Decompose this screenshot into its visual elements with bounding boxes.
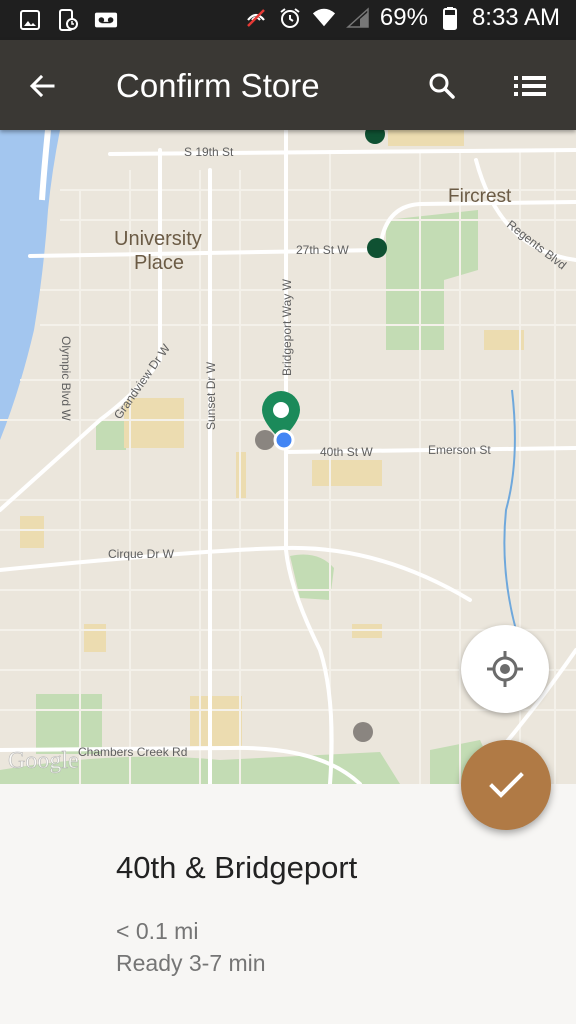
store-ready-time: Ready 3-7 min	[116, 950, 266, 976]
map-label-sunset: Sunset Dr W	[204, 361, 218, 430]
inactive-store-marker[interactable]	[353, 722, 373, 742]
store-marker[interactable]	[367, 238, 387, 258]
signal-icon	[345, 6, 370, 30]
battery-percent: 69%	[379, 4, 428, 31]
check-icon	[489, 772, 524, 798]
map-label-chambers: Chambers Creek Rd	[78, 745, 187, 759]
map-label-fircrest: Fircrest	[448, 186, 512, 207]
battery-icon	[438, 6, 462, 30]
confirm-button[interactable]	[461, 740, 551, 830]
clock-phone-icon	[56, 8, 80, 32]
arrow-back-icon	[29, 74, 55, 98]
store-distance: < 0.1 mi	[116, 918, 199, 944]
alarm-icon	[278, 6, 302, 30]
map-label-bridgeport: Bridgeport Way W	[280, 278, 294, 376]
wifi-icon	[312, 6, 336, 30]
map-label-place: Place	[134, 252, 184, 274]
clock-time: 8:33 AM	[471, 4, 560, 31]
search-button[interactable]	[420, 64, 464, 108]
store-name: 40th & Bridgeport	[116, 850, 358, 885]
voicemail-icon	[94, 8, 118, 32]
my-location-button[interactable]	[461, 625, 549, 713]
mute-icon	[244, 6, 268, 30]
back-button[interactable]	[20, 64, 64, 108]
user-location-dot	[273, 429, 295, 451]
my-location-icon	[487, 651, 523, 687]
search-icon	[429, 73, 455, 99]
list-icon	[514, 76, 546, 96]
map-label-s19th: S 19th St	[184, 145, 234, 159]
app-bar: Confirm Store	[0, 40, 576, 130]
map-label-olympic: Olympic Blvd W	[59, 336, 73, 421]
list-view-button[interactable]	[508, 64, 552, 108]
page-title: Confirm Store	[116, 67, 320, 104]
map-label-27th: 27th St W	[296, 243, 349, 257]
map-label-40th: 40th St W	[320, 445, 373, 459]
google-watermark: Google	[8, 748, 79, 774]
map-label-university: University	[114, 228, 202, 250]
image-icon	[18, 8, 42, 32]
map-label-emerson: Emerson St	[428, 443, 491, 457]
map-label-cirque: Cirque Dr W	[108, 547, 175, 561]
status-bar: 69% 8:33 AM	[0, 0, 576, 40]
inactive-store-marker[interactable]	[255, 430, 275, 450]
